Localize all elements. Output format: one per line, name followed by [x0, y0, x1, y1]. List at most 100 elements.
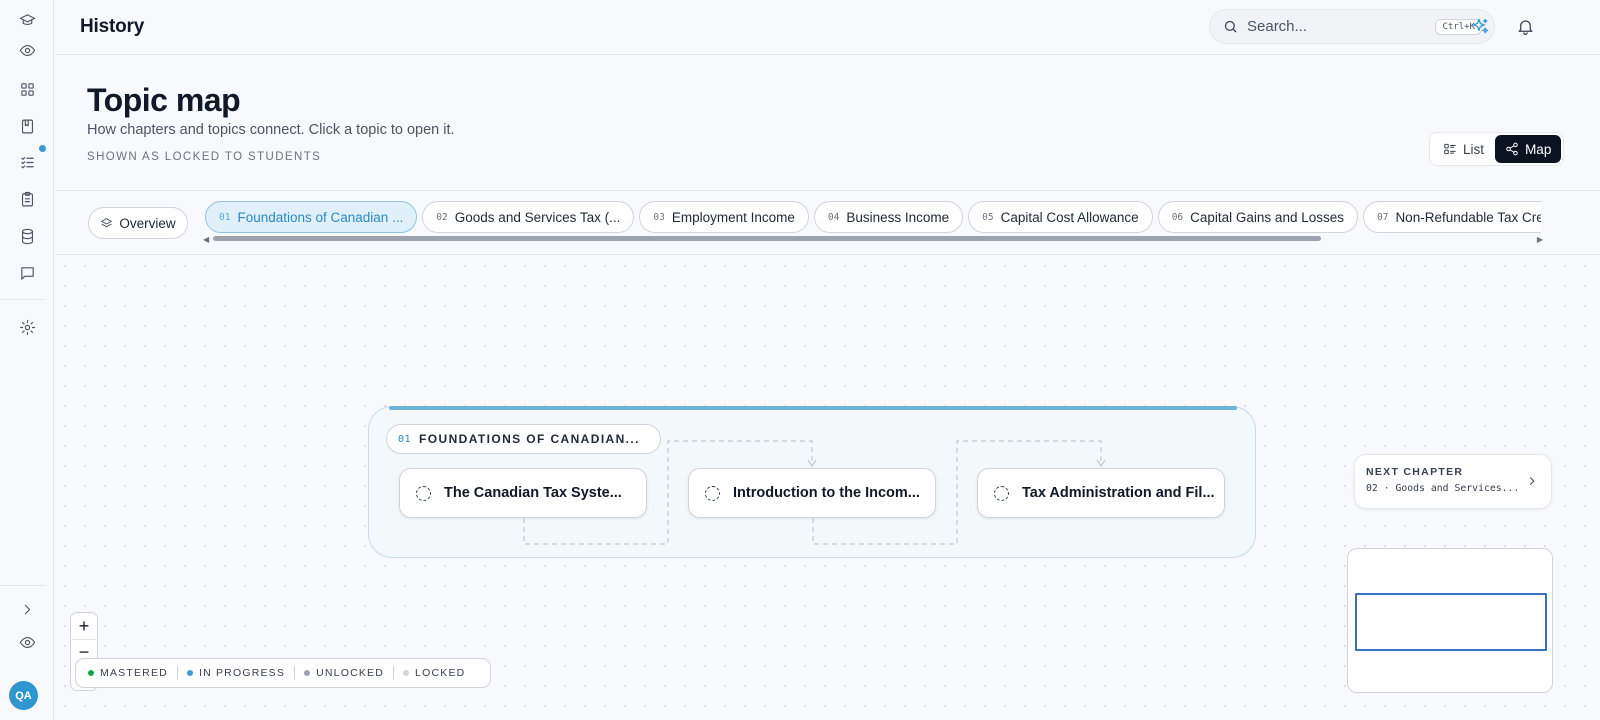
page-title: Topic map	[87, 82, 241, 118]
legend-divider	[176, 666, 178, 680]
minimap-viewport[interactable]	[1355, 593, 1547, 651]
rail-divider	[0, 299, 46, 300]
chapter-group-number: 01	[398, 433, 412, 445]
chapter-chip-list: 01 Foundations of Canadian ... 02 Goods and…	[205, 201, 1541, 235]
legend-item: IN PROGRESS	[186, 667, 286, 679]
topic-card[interactable]: The Canadian Tax Syste...	[399, 468, 647, 518]
next-chapter-name: 02 · Goods and Services...	[1366, 483, 1520, 494]
topic-label: The Canadian Tax Syste...	[444, 485, 622, 501]
sparkle-icon[interactable]	[1468, 14, 1492, 38]
rail-divider	[0, 585, 46, 586]
chapter-chip[interactable]: 05 Capital Cost Allowance	[968, 201, 1153, 233]
list-icon	[1444, 143, 1456, 155]
map-canvas[interactable]: 01 FOUNDATIONS OF CANADIAN... The Canadi…	[55, 256, 1600, 720]
top-bar: History Ctrl+K	[55, 0, 1600, 55]
chapter-chip-label: Foundations of Canadian ...	[237, 209, 404, 225]
chapter-chip[interactable]: 02 Goods and Services Tax (...	[422, 201, 635, 233]
graduation-cap-icon[interactable]	[11, 4, 43, 36]
status-legend: MASTERED IN PROGRESS UNLOCKED LOCKED	[75, 658, 491, 688]
chapter-group: 01 FOUNDATIONS OF CANADIAN... The Canadi…	[368, 406, 1256, 558]
search-input[interactable]	[1247, 18, 1407, 35]
left-rail: QA	[0, 0, 54, 720]
topic-card[interactable]: Introduction to the Incom...	[688, 468, 936, 518]
list-view-label: List	[1463, 141, 1485, 157]
legend-dot	[304, 670, 311, 676]
status-circle-icon	[416, 485, 431, 501]
chapter-chip-number: 07	[1376, 211, 1389, 223]
legend-divider	[294, 666, 296, 680]
chapter-strip: Overview 01 Foundations of Canadian ... 02…	[55, 192, 1600, 255]
settings-icon[interactable]	[11, 311, 43, 343]
search-box[interactable]: Ctrl+K	[1209, 9, 1495, 44]
eye-icon[interactable]	[11, 34, 43, 66]
map-view-button[interactable]: Map	[1495, 135, 1561, 163]
chapter-chip-number: 02	[436, 211, 448, 223]
app-title: History	[80, 16, 145, 37]
view-toggle: List Map	[1429, 132, 1564, 166]
message-icon[interactable]	[11, 257, 43, 289]
topic-label: Introduction to the Incom...	[733, 485, 920, 501]
list-view-button[interactable]: List	[1432, 135, 1493, 163]
legend-item: LOCKED	[403, 667, 465, 679]
legend-dot	[186, 670, 193, 676]
page-header: Topic map How chapters and topics connec…	[55, 56, 1600, 191]
legend-label: LOCKED	[415, 667, 466, 679]
chapter-chip-label: Capital Gains and Losses	[1190, 209, 1344, 225]
chapter-chip[interactable]: 04 Business Income	[813, 201, 964, 233]
grid-icon[interactable]	[11, 73, 43, 105]
chapter-group-title: FOUNDATIONS OF CANADIAN...	[419, 432, 640, 446]
legend-label: MASTERED	[100, 667, 168, 679]
overview-label: Overview	[119, 215, 176, 231]
legend-label: UNLOCKED	[316, 667, 385, 679]
legend-divider	[393, 666, 395, 680]
database-icon[interactable]	[11, 220, 43, 252]
legend-dot	[403, 670, 410, 676]
chapter-chip-label: Non-Refundable Tax Cred	[1395, 209, 1541, 225]
chapter-chip-label: Business Income	[846, 209, 950, 225]
search-icon	[1224, 20, 1237, 33]
book-icon[interactable]	[11, 110, 43, 142]
avatar[interactable]: QA	[9, 681, 38, 710]
chapter-chip-number: 01	[219, 211, 231, 223]
scroll-thumb[interactable]	[213, 236, 1321, 241]
chapter-scrollbar[interactable]: ◀ ▶	[203, 235, 1543, 244]
topic-label: Tax Administration and Fil...	[1022, 485, 1215, 501]
bell-icon[interactable]	[1513, 14, 1537, 38]
next-chapter-button[interactable]: NEXT CHAPTER 02 · Goods and Services...	[1354, 454, 1552, 509]
zoom-in-button[interactable]: +	[71, 613, 97, 639]
scroll-left-icon[interactable]: ◀	[203, 235, 209, 244]
topic-card[interactable]: Tax Administration and Fil...	[977, 468, 1225, 518]
chapter-chip[interactable]: 01 Foundations of Canadian ...	[205, 201, 418, 233]
chapter-chip-label: Goods and Services Tax (...	[454, 209, 621, 225]
chapter-chip-number: 03	[653, 211, 665, 223]
visibility-note: SHOWN AS LOCKED TO STUDENTS	[87, 151, 322, 163]
map-view-label: Map	[1525, 141, 1552, 157]
chapter-chip-label: Capital Cost Allowance	[1000, 209, 1139, 225]
legend-label: IN PROGRESS	[198, 667, 286, 679]
chapter-chip[interactable]: 06 Capital Gains and Losses	[1157, 201, 1358, 233]
chevron-right-icon[interactable]	[11, 593, 43, 625]
chapter-chip-number: 04	[827, 211, 840, 223]
legend-dot	[88, 670, 94, 676]
page-subtitle: How chapters and topics connect. Click a…	[87, 122, 455, 138]
chapter-group-label[interactable]: 01 FOUNDATIONS OF CANADIAN...	[386, 424, 661, 454]
next-chapter-label: NEXT CHAPTER	[1366, 466, 1464, 478]
status-circle-icon	[994, 485, 1009, 501]
chapter-chip-number: 06	[1171, 211, 1184, 223]
scroll-right-icon[interactable]: ▶	[1537, 235, 1543, 244]
chapter-chip[interactable]: 03 Employment Income	[639, 201, 809, 233]
chevron-right-icon	[1525, 474, 1539, 488]
layers-icon	[101, 217, 113, 227]
notification-dot	[39, 145, 46, 152]
status-circle-icon	[705, 485, 720, 501]
eye-icon[interactable]	[11, 626, 43, 658]
legend-item: MASTERED	[88, 667, 168, 679]
clipboard-icon[interactable]	[11, 183, 43, 215]
overview-button[interactable]: Overview	[88, 207, 188, 239]
legend-item: UNLOCKED	[304, 667, 384, 679]
checklist-icon[interactable]	[11, 146, 43, 178]
chapter-chip[interactable]: 07 Non-Refundable Tax Cred	[1362, 201, 1541, 233]
chapter-chip-number: 05	[982, 211, 994, 223]
share-nodes-icon	[1506, 142, 1518, 156]
minimap[interactable]	[1347, 548, 1553, 693]
